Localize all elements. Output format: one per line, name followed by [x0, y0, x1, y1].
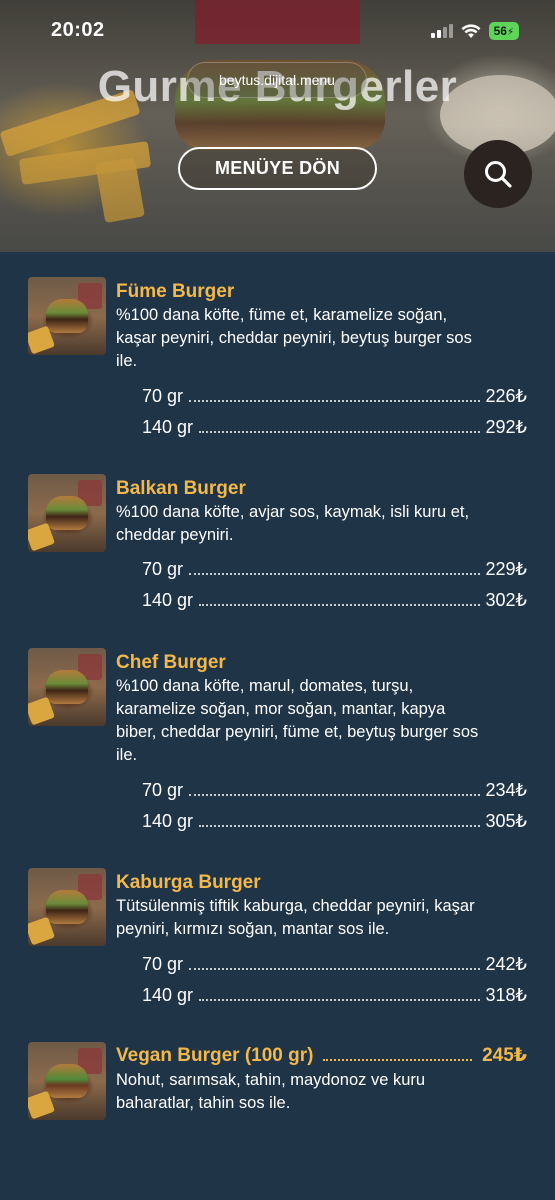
item-thumbnail[interactable] [28, 648, 106, 726]
portion-size: 70 gr [142, 954, 184, 974]
price-row: 140 gr 318₺ [142, 985, 527, 1009]
signal-icon [430, 24, 453, 38]
price-row: 70 gr 234₺ [142, 780, 527, 804]
hero-banner: 20:02 56⚡ Gurme Burgerler beytus.dijital… [0, 0, 555, 252]
dot-leader [189, 780, 480, 796]
dot-leader [199, 811, 480, 827]
price-value: 226₺ [485, 386, 527, 406]
price-row: 140 gr 305₺ [142, 811, 527, 835]
wifi-icon [461, 23, 481, 38]
item-description: %100 dana köfte, avjar sos, kaymak, isli… [116, 501, 526, 547]
item-description: Nohut, sarımsak, tahin, maydonoz ve kuru… [116, 1069, 526, 1115]
dot-leader [189, 386, 480, 402]
item-description-line: ile. [116, 352, 138, 370]
price-value: 302₺ [485, 590, 527, 610]
price-value: 318₺ [485, 985, 527, 1005]
item-description-line: Nohut, sarımsak, tahin, maydonoz ve kuru [116, 1071, 426, 1089]
price-value: 234₺ [485, 780, 527, 800]
status-time: 20:02 [51, 19, 105, 41]
dot-leader [323, 1045, 473, 1061]
item-name: Chef Burger [116, 652, 226, 673]
portion-size: 140 gr [142, 590, 194, 610]
item-description: %100 dana köfte, füme et, karamelize soğ… [116, 304, 526, 373]
item-description-line: Tütsülenmiş tiftik kaburga, cheddar peyn… [116, 897, 475, 915]
price-row: 70 gr 226₺ [142, 386, 527, 410]
item-description-line: %100 dana köfte, avjar sos, kaymak, isli… [116, 503, 470, 521]
item-description-line: %100 dana köfte, marul, domates, turşu, [116, 677, 414, 695]
item-title-row: Vegan Burger (100 gr) 245₺ [116, 1044, 527, 1070]
price-value: 245₺ [482, 1045, 527, 1066]
price-value: 229₺ [485, 559, 527, 579]
item-description-line: ile. [116, 746, 138, 764]
dot-leader [189, 954, 480, 970]
price-value: 305₺ [485, 811, 527, 831]
item-description-line: baharatlar, tahin sos ile. [116, 1094, 291, 1112]
item-description-line: cheddar peyniri. [116, 526, 234, 544]
item-description: %100 dana köfte, marul, domates, turşu, … [116, 675, 526, 767]
dot-leader [189, 559, 480, 575]
item-description: Tütsülenmiş tiftik kaburga, cheddar peyn… [116, 895, 526, 941]
price-row: 70 gr 229₺ [142, 559, 527, 583]
url-bar[interactable]: beytus.dijital.menu [187, 62, 367, 98]
price-row: 140 gr 302₺ [142, 590, 527, 614]
dot-leader [199, 417, 480, 433]
item-thumbnail[interactable] [28, 868, 106, 946]
item-thumbnail[interactable] [28, 474, 106, 552]
price-row: 140 gr 292₺ [142, 417, 527, 441]
price-value: 292₺ [485, 417, 527, 437]
item-thumbnail[interactable] [28, 1042, 106, 1120]
back-to-menu-button[interactable]: MENÜYE DÖN [178, 147, 377, 190]
item-name: Füme Burger [116, 281, 235, 302]
status-icons: 56⚡ [430, 22, 519, 40]
portion-size: 70 gr [142, 559, 184, 579]
item-name: Balkan Burger [116, 478, 246, 499]
item-name: Vegan Burger (100 gr) [116, 1045, 314, 1066]
item-description-line: peyniri, kırmızı soğan, mantar sos ile. [116, 920, 390, 938]
portion-size: 70 gr [142, 780, 184, 800]
dot-leader [199, 590, 480, 606]
search-button[interactable] [464, 140, 532, 208]
item-description-line: karamelize soğan, mor soğan, mantar, kap… [116, 700, 446, 718]
portion-size: 140 gr [142, 811, 194, 831]
item-name: Kaburga Burger [116, 872, 261, 893]
search-icon [485, 161, 512, 188]
portion-size: 70 gr [142, 386, 184, 406]
item-thumbnail[interactable] [28, 277, 106, 355]
price-value: 242₺ [485, 954, 527, 974]
item-description-line: biber, cheddar peyniri, füme et, beytuş … [116, 723, 479, 741]
item-description-line: kaşar peyniri, cheddar peyniri, beytuş b… [116, 329, 472, 347]
battery-level: 56 [493, 24, 507, 38]
battery-icon: 56⚡ [488, 22, 519, 40]
portion-size: 140 gr [142, 985, 194, 1005]
dot-leader [199, 985, 480, 1001]
portion-size: 140 gr [142, 417, 194, 437]
item-description-line: %100 dana köfte, füme et, karamelize soğ… [116, 306, 448, 324]
price-row: 70 gr 242₺ [142, 954, 527, 978]
